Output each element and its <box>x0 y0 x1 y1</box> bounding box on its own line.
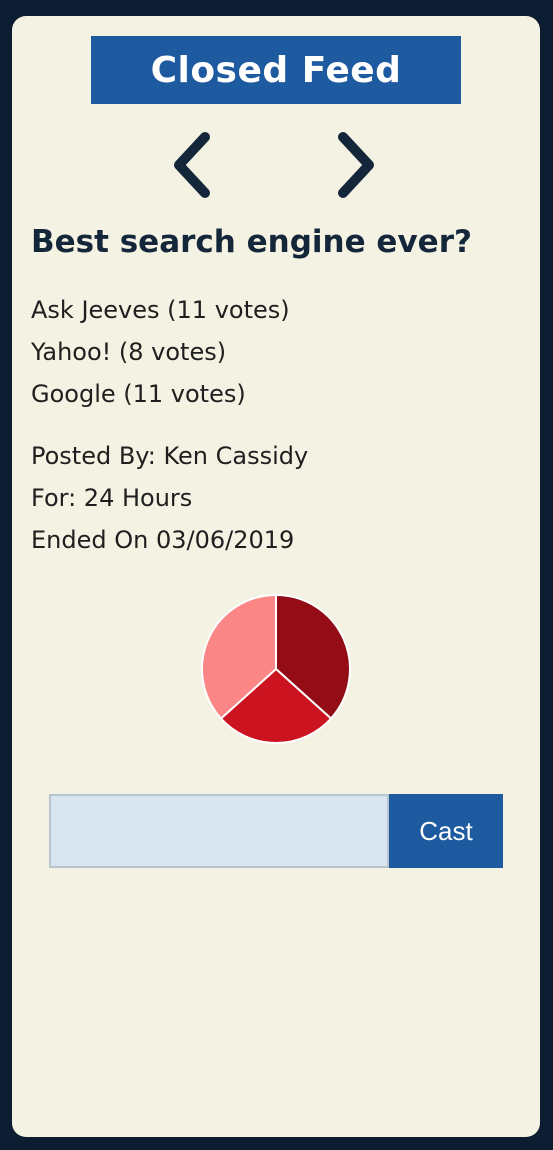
posted-by: Posted By: Ken Cassidy <box>31 442 309 470</box>
chevron-right-icon <box>338 132 374 198</box>
next-poll-button[interactable] <box>332 130 382 200</box>
previous-poll-button[interactable] <box>166 130 216 200</box>
poll-question: Best search engine ever? <box>31 224 472 260</box>
vote-input[interactable] <box>49 794 389 868</box>
cast-button[interactable]: Cast <box>389 794 503 868</box>
results-pie-chart <box>200 593 352 745</box>
poll-duration: For: 24 Hours <box>31 484 193 512</box>
poll-option: Yahoo! (8 votes) <box>31 338 227 366</box>
vote-form: Cast <box>49 794 503 868</box>
poll-options-list: Ask Jeeves (11 votes) Yahoo! (8 votes) G… <box>31 293 290 419</box>
poll-meta: Posted By: Ken Cassidy For: 24 Hours End… <box>31 439 308 565</box>
pie-chart-svg <box>201 593 351 744</box>
chevron-left-icon <box>174 132 210 198</box>
ended-on: Ended On 03/06/2019 <box>31 526 295 554</box>
poll-option: Google (11 votes) <box>31 380 246 408</box>
poll-option: Ask Jeeves (11 votes) <box>31 296 290 324</box>
poll-card: Closed Feed Best search engine ever? Ask… <box>12 16 540 1137</box>
feed-title: Closed Feed <box>91 36 461 104</box>
